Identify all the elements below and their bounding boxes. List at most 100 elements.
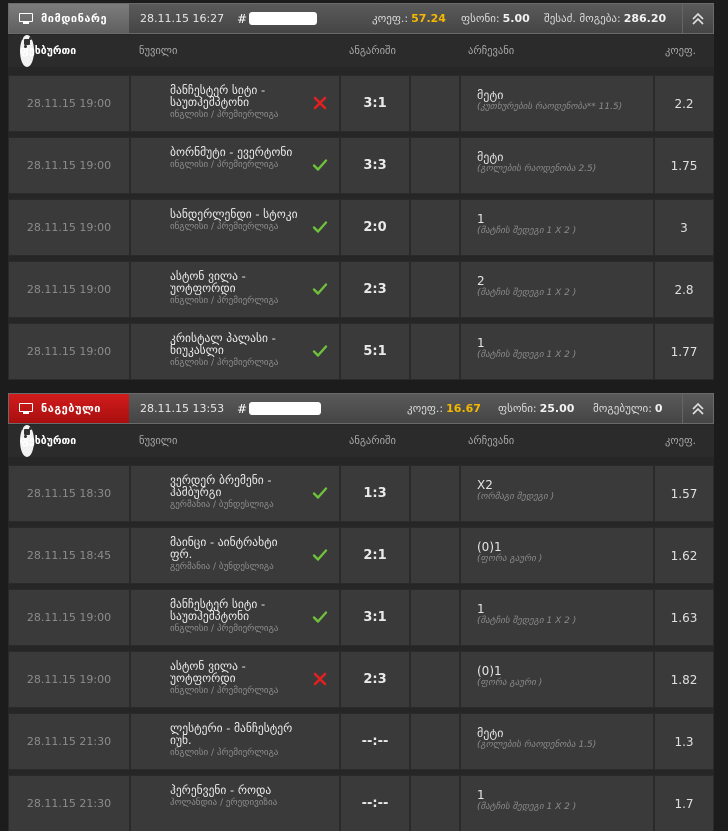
pick-market: (ფორა გაური ) [477, 678, 543, 688]
ticket-odds: კოეფ.: 16.67 [407, 394, 481, 423]
ticket-id-redacted [249, 12, 318, 25]
pick-value: (0)1 [477, 540, 502, 554]
event-name: ასტონ ვილა - უოტფორდი [170, 269, 246, 295]
pick-market: (ფორა გაური ) [477, 554, 543, 564]
event-column-header: ნუვილი [139, 45, 178, 57]
match-date: 28.11.15 21:30 [8, 775, 130, 831]
match-score: 2:1 [340, 527, 410, 584]
event-name: ბორნმუტი - ევერტონი [170, 145, 293, 159]
pick-market: (მატჩის შედეგი 1 X 2 ) [477, 802, 577, 812]
odds-label: კოეფ.: [407, 402, 444, 415]
pick-odds: 1.82 [654, 651, 714, 708]
pick-cell: (0)1 (ფორა გაური ) [460, 527, 654, 584]
column-header: ფეხბურთი ნუვილი ანგარიში არჩევანი კოეფ. [8, 35, 714, 67]
bet-row: 28.11.15 19:00 ბორნმუტი - ევერტონი ინგლისი… [8, 137, 714, 194]
event-name: ვერდერ ბრემენი - ჰამბურგი [170, 473, 272, 499]
pick-odds: 1.62 [654, 527, 714, 584]
event-cell: ჰერენვენი - როდა ჰოლანდია / ერედივიზია [130, 775, 340, 831]
match-score: --:-- [340, 713, 410, 770]
spacer-cell [410, 651, 460, 708]
collapse-button[interactable] [682, 4, 713, 33]
ticket-date: 28.11.15 16:27 [140, 12, 225, 25]
sport-label: ფეხბურთი [20, 435, 77, 447]
event-cell: ბორნმუტი - ევერტონი ინგლისი / პრემიერლიგა [130, 137, 340, 194]
check-icon [312, 609, 328, 625]
match-date: 28.11.15 19:00 [8, 651, 130, 708]
match-date: 28.11.15 19:00 [8, 137, 130, 194]
stake-label: ფსონი: [498, 402, 537, 415]
pick-odds: 1.63 [654, 589, 714, 646]
payout-label: შესაძ. მოგება: [544, 12, 621, 25]
pick-market: (ორმაგი შედეგი ) [477, 492, 555, 502]
ticket-payout: მოგებული: 0 [593, 394, 663, 423]
pick-odds: 1.3 [654, 713, 714, 770]
pick-cell: 1 (მატჩის შედეგი 1 X 2 ) [460, 775, 654, 831]
pick-value: 1 [477, 212, 485, 226]
event-name: ლესტერი - მანჩესტერ იუნ. [170, 721, 293, 747]
match-score: 5:1 [340, 323, 410, 380]
check-icon [312, 547, 328, 563]
sport-label: ფეხბურთი [20, 45, 77, 57]
event-name: ჰერენვენი - როდა [170, 783, 272, 797]
monitor-icon [19, 403, 33, 414]
pick-odds: 3 [654, 199, 714, 256]
score-column-header: ანგარიში [349, 45, 396, 57]
match-score: 3:3 [340, 137, 410, 194]
spacer-cell [410, 589, 460, 646]
event-name: სანდერლენდი - სტოკი [170, 207, 298, 221]
event-league: გერმანია / ბუნდესლიგა [170, 500, 274, 510]
cross-icon [312, 95, 328, 111]
stake-value: 5.00 [502, 12, 530, 25]
event-cell: ასტონ ვილა - უოტფორდი ინგლისი / პრემიერლი… [130, 651, 340, 708]
match-score: 2:0 [340, 199, 410, 256]
pick-odds: 1.7 [654, 775, 714, 831]
ticket-stake: ფსონი: 5.00 [461, 4, 530, 33]
pick-value: მეტი [477, 88, 504, 102]
pick-odds: 2.8 [654, 261, 714, 318]
event-league: ინგლისი / პრემიერლიგა [170, 748, 279, 758]
collapse-button[interactable] [682, 394, 713, 423]
pick-market: (მატჩის შედეგი 1 X 2 ) [477, 226, 577, 236]
event-league: ინგლისი / პრემიერლიგა [170, 110, 279, 120]
pick-odds: 1.57 [654, 465, 714, 522]
event-name: ასტონ ვილა - უოტფორდი [170, 659, 246, 685]
payout-value: 0 [654, 402, 663, 415]
match-date: 28.11.15 19:00 [8, 199, 130, 256]
ticket-id: # [237, 4, 318, 33]
pick-value: 1 [477, 602, 485, 616]
bet-row: 28.11.15 21:30 ლესტერი - მანჩესტერ იუნ. ინ… [8, 713, 714, 770]
pick-cell: 1 (მატჩის შედეგი 1 X 2 ) [460, 589, 654, 646]
match-date: 28.11.15 19:00 [8, 323, 130, 380]
pick-cell: მეტი (კუთხურების რაოდენობა** 11.5) [460, 75, 654, 132]
match-score: 3:1 [340, 589, 410, 646]
pick-market: (კუთხურების რაოდენობა** 11.5) [477, 102, 623, 112]
status-badge: ნაგებული [9, 394, 129, 423]
check-icon [312, 157, 328, 173]
ticket-odds: კოეფ.: 57.24 [372, 4, 446, 33]
pick-market: (მატჩის შედეგი 1 X 2 ) [477, 288, 577, 298]
cross-icon [312, 671, 328, 687]
ticket-stake: ფსონი: 25.00 [498, 394, 574, 423]
ticket-id-redacted [249, 402, 322, 415]
pick-value: (0)1 [477, 664, 502, 678]
check-icon [312, 281, 328, 297]
pick-value: მეტი [477, 150, 504, 164]
ticket-id-prefix: # [237, 11, 248, 26]
event-name: მანჩესტერ სიტი - საუთჰემპტონი [170, 597, 266, 623]
event-cell: მაინცი - აინტრახტი ფრ. გერმანია / ბუნდესლ… [130, 527, 340, 584]
event-cell: ლესტერი - მანჩესტერ იუნ. ინგლისი / პრემიე… [130, 713, 340, 770]
spacer-cell [410, 75, 460, 132]
stake-label: ფსონი: [461, 12, 500, 25]
stake-value: 25.00 [539, 402, 575, 415]
odds-label: კოეფ.: [372, 12, 409, 25]
bet-row: 28.11.15 19:00 ასტონ ვილა - უოტფორდი ინგლი… [8, 651, 714, 708]
pick-value: X2 [477, 478, 493, 492]
spacer-cell [410, 527, 460, 584]
event-name: მაინცი - აინტრახტი ფრ. [170, 535, 278, 561]
collapse-icon [692, 12, 704, 25]
ticket-header: ნაგებული 28.11.15 13:53 # კოეფ.: 16.67 ფ… [8, 393, 714, 424]
payout-label: მოგებული: [593, 402, 652, 415]
pick-cell: X2 (ორმაგი შედეგი ) [460, 465, 654, 522]
ticket-panel-current: მიმდინარე 28.11.15 16:27 # კოეფ.: 57.24 … [8, 3, 714, 380]
ticket-payout: შესაძ. მოგება: 286.20 [544, 4, 666, 33]
